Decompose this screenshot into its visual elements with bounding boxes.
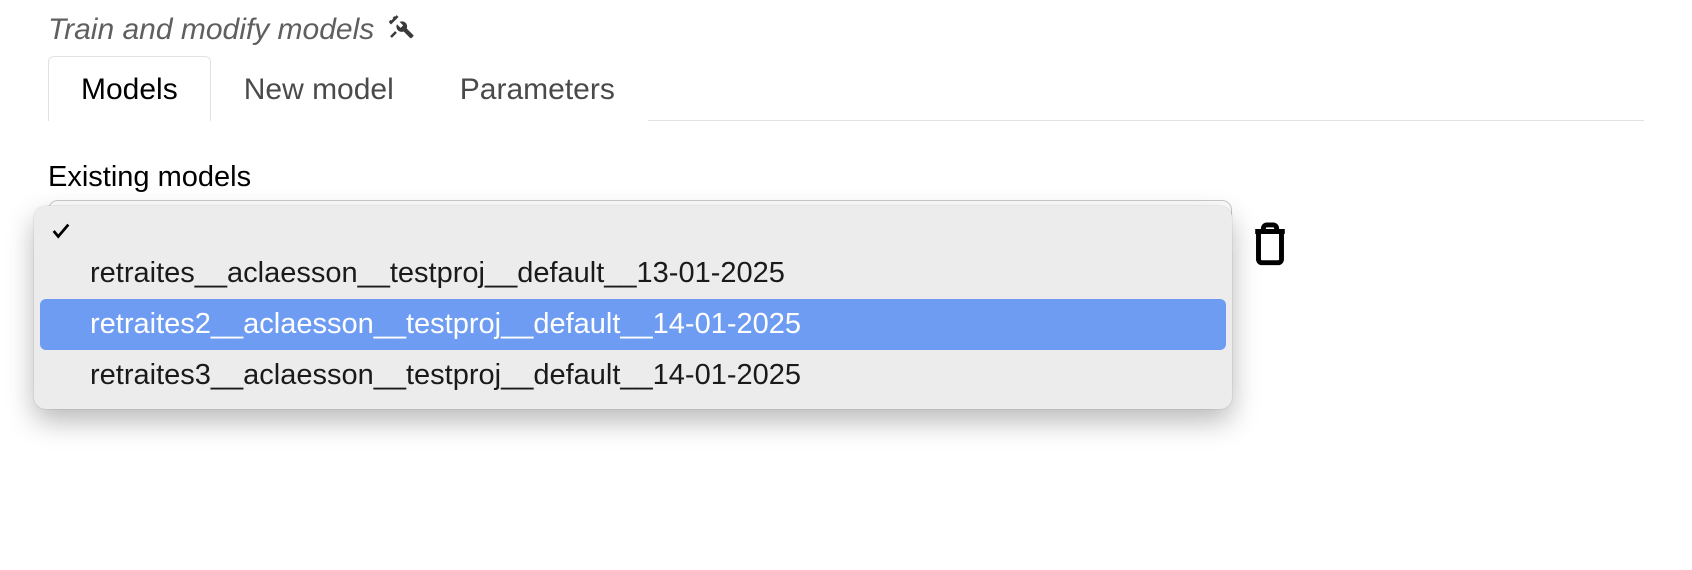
existing-models-label: Existing models <box>48 161 1644 194</box>
tab-models[interactable]: Models <box>48 56 211 121</box>
delete-button[interactable] <box>1250 220 1290 271</box>
tab-label: Parameters <box>460 73 615 106</box>
tab-label: Models <box>81 73 178 106</box>
tab-parameters[interactable]: Parameters <box>427 56 648 121</box>
model-select-dropdown: retraites__aclaesson__testproj__default_… <box>34 206 1232 409</box>
dropdown-option[interactable]: retraites2__aclaesson__testproj__default… <box>40 299 1226 350</box>
page-title-row: Train and modify models <box>48 12 1644 47</box>
tab-new-model[interactable]: New model <box>211 56 427 121</box>
dropdown-option[interactable]: retraites3__aclaesson__testproj__default… <box>40 350 1226 401</box>
trash-icon <box>1250 253 1290 270</box>
model-select-wrap: retraites__aclaesson__testproj__default_… <box>48 200 1232 256</box>
dropdown-option-empty[interactable] <box>40 214 1226 248</box>
tabs: Models New model Parameters <box>48 55 1644 121</box>
dropdown-option-label: retraites2__aclaesson__testproj__default… <box>90 305 801 344</box>
page-title: Train and modify models <box>48 13 374 47</box>
check-icon <box>50 220 90 242</box>
dropdown-option-label: retraites__aclaesson__testproj__default_… <box>90 254 785 293</box>
dropdown-option[interactable]: retraites__aclaesson__testproj__default_… <box>40 248 1226 299</box>
dropdown-option-label: retraites3__aclaesson__testproj__default… <box>90 356 801 395</box>
tools-icon <box>386 12 416 47</box>
tab-label: New model <box>244 73 394 106</box>
select-row: retraites__aclaesson__testproj__default_… <box>48 200 1644 271</box>
